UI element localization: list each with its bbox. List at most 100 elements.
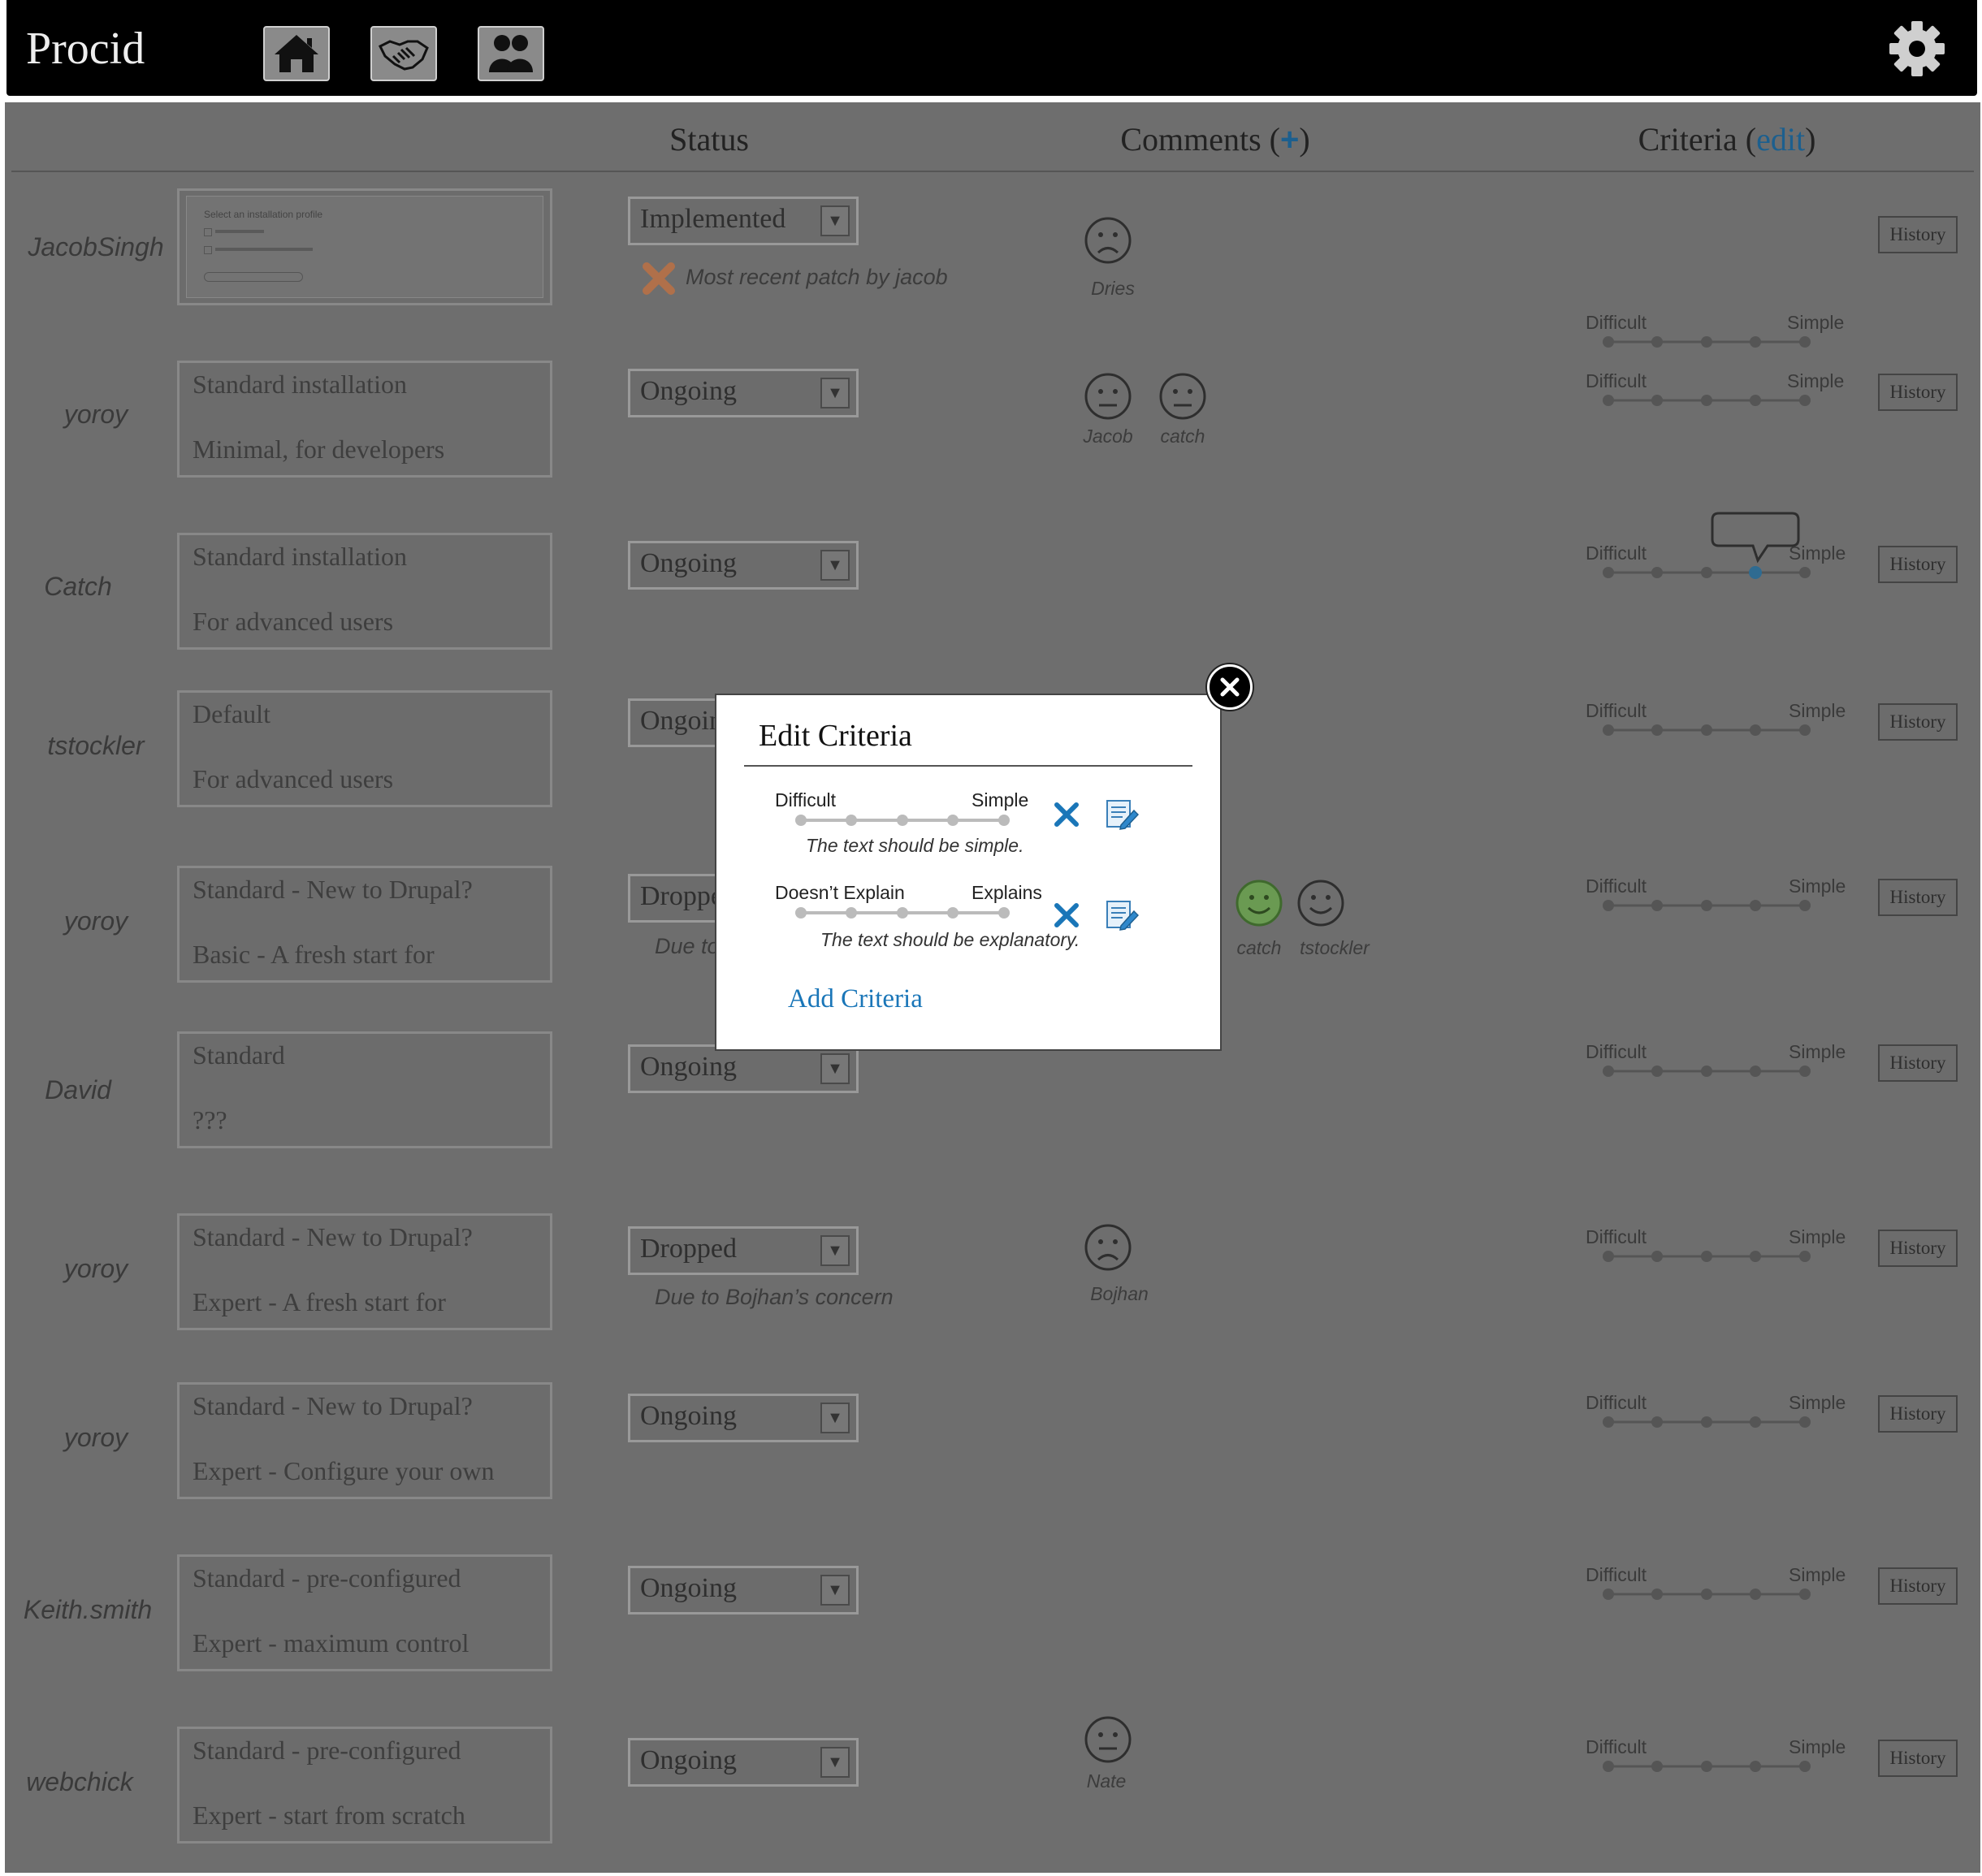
criterion-slider[interactable] xyxy=(794,906,1014,919)
status-select[interactable]: Ongoing ▼ xyxy=(628,369,859,417)
author-name: yoroy xyxy=(63,1254,128,1283)
slider-label-left: Difficult xyxy=(1586,370,1647,391)
status-select[interactable]: Implemented ▼ xyxy=(628,197,859,245)
criteria-slider[interactable]: Difficult Simple xyxy=(1586,700,1846,749)
criteria-header-label: Criteria xyxy=(1638,121,1737,158)
slider-label-right: Simple xyxy=(1789,700,1846,721)
status-select[interactable]: Ongoing ▼ xyxy=(628,541,859,590)
criteria-slider[interactable]: Difficult Simple xyxy=(1586,542,1846,591)
gear-icon xyxy=(1889,21,1945,76)
table-row: webchick Standard - pre-configured Exper… xyxy=(5,1716,1980,1873)
criterion-description: The text should be simple. xyxy=(806,835,1024,856)
proposal-description[interactable]: Standard - New to Drupal? Expert - Confi… xyxy=(177,1382,552,1499)
criteria-slider[interactable]: Difficult Simple xyxy=(1586,1226,1846,1275)
slider-label-left: Difficult xyxy=(1586,700,1647,721)
criteria-slider[interactable]: Difficult Simple xyxy=(1586,1736,1846,1785)
commenter-name: Nate xyxy=(1086,1770,1127,1792)
proposal-description[interactable]: Standard ??? xyxy=(177,1031,552,1148)
status-value: Ongoing xyxy=(640,1401,737,1431)
neutral-face-icon[interactable] xyxy=(1084,1715,1132,1764)
status-value: Ongoing xyxy=(640,1052,737,1082)
history-button[interactable]: History xyxy=(1878,546,1958,583)
home-icon xyxy=(275,35,318,72)
status-select[interactable]: Dropped ▼ xyxy=(628,1226,859,1275)
settings-button[interactable] xyxy=(1886,18,1948,80)
proposal-description[interactable]: Standard - pre-configured Expert - start… xyxy=(177,1727,552,1844)
criteria-slider[interactable]: Difficult Simple xyxy=(1586,188,1846,348)
proposal-subtitle: For advanced users xyxy=(193,764,394,793)
author-name: yoroy xyxy=(63,1423,128,1452)
comments-header: Comments (+) xyxy=(1120,121,1310,158)
proposal-title: Standard - pre-configured xyxy=(193,1736,461,1765)
neutral-face-icon[interactable] xyxy=(1084,372,1132,421)
commenter-name: Bojhan xyxy=(1090,1283,1149,1304)
proposal-title: Standard installation xyxy=(193,370,407,399)
thumbnail-caption: Select an installation profile xyxy=(204,209,323,220)
proposal-description[interactable]: Standard - New to Drupal? Expert - A fre… xyxy=(177,1213,552,1330)
commenter-name: catch xyxy=(1236,937,1282,958)
proposal-title: Standard - New to Drupal? xyxy=(193,875,473,904)
close-dialog-button[interactable] xyxy=(1207,664,1253,710)
status-note: Due to Bojhan’s concern xyxy=(655,1285,894,1309)
top-bar: Procid xyxy=(6,0,1977,96)
status-select[interactable]: Ongoing ▼ xyxy=(628,1738,859,1787)
chevron-down-icon: ▼ xyxy=(820,205,850,236)
criteria-slider[interactable]: Difficult Simple xyxy=(1586,1392,1846,1441)
proposal-title: Standard installation xyxy=(193,542,407,571)
happy-face-icon[interactable] xyxy=(1235,879,1283,927)
chevron-down-icon: ▼ xyxy=(820,1053,850,1084)
criterion-slider[interactable] xyxy=(794,814,1014,827)
author-name: Catch xyxy=(44,572,112,601)
status-select[interactable]: Ongoing ▼ xyxy=(628,1394,859,1442)
proposal-description[interactable]: Standard - New to Drupal? Basic - A fres… xyxy=(177,866,552,983)
slider-label-right: Simple xyxy=(1789,1564,1846,1585)
proposal-thumbnail[interactable]: Select an installation profile xyxy=(177,188,552,305)
proposal-title: Standard - pre-configured xyxy=(193,1563,461,1593)
history-button[interactable]: History xyxy=(1878,879,1958,916)
neutral-face-icon[interactable] xyxy=(1158,372,1207,421)
add-criteria-link[interactable]: Add Criteria xyxy=(788,984,923,1014)
sad-face-icon[interactable] xyxy=(1084,1223,1132,1272)
chevron-down-icon: ▼ xyxy=(820,1235,850,1266)
table-row: yoroy Standard - New to Drupal? Expert -… xyxy=(5,1213,1980,1384)
proposal-description[interactable]: Standard installation For advanced users xyxy=(177,533,552,650)
criteria-slider[interactable]: Difficult Simple xyxy=(1586,875,1846,924)
happy-face-icon[interactable] xyxy=(1296,879,1345,927)
criteria-slider[interactable]: Difficult Simple xyxy=(1586,1041,1846,1090)
history-button[interactable]: History xyxy=(1878,703,1958,741)
home-button[interactable] xyxy=(263,26,330,81)
history-button[interactable]: History xyxy=(1878,1230,1958,1267)
proposal-title: Default xyxy=(193,699,270,728)
add-comment-button[interactable]: + xyxy=(1280,122,1299,158)
criterion-label-right: Explains xyxy=(972,882,1042,903)
proposal-subtitle: Expert - Configure your own xyxy=(193,1456,495,1485)
handshake-button[interactable] xyxy=(370,26,437,81)
edit-criteria-link[interactable]: edit xyxy=(1756,121,1805,158)
slider-label-right: Simple xyxy=(1789,1736,1846,1757)
edit-criterion-icon[interactable] xyxy=(1105,798,1139,832)
delete-criterion-icon[interactable] xyxy=(1053,901,1080,929)
history-button[interactable]: History xyxy=(1878,374,1958,411)
reject-icon xyxy=(643,262,675,295)
history-button[interactable]: History xyxy=(1878,1044,1958,1082)
proposal-description[interactable]: Standard installation Minimal, for devel… xyxy=(177,361,552,478)
edit-criterion-icon[interactable] xyxy=(1105,898,1139,932)
status-select[interactable]: Ongoing ▼ xyxy=(628,1044,859,1093)
history-button[interactable]: History xyxy=(1878,216,1958,253)
proposal-subtitle: For advanced users xyxy=(193,607,394,636)
criteria-slider[interactable]: Difficult Simple xyxy=(1586,1564,1846,1613)
proposal-description[interactable]: Standard - pre-configured Expert - maxim… xyxy=(177,1554,552,1671)
criteria-slider[interactable]: Difficult Simple xyxy=(1586,370,1846,419)
sad-face-icon[interactable] xyxy=(1084,216,1132,265)
delete-criterion-icon[interactable] xyxy=(1053,801,1080,828)
status-select[interactable]: Ongoing ▼ xyxy=(628,1566,859,1614)
history-button[interactable]: History xyxy=(1878,1395,1958,1433)
proposal-description[interactable]: Default For advanced users xyxy=(177,690,552,807)
close-icon xyxy=(1220,677,1240,697)
people-button[interactable] xyxy=(478,26,544,81)
author-name: yoroy xyxy=(63,906,128,936)
table-row: JacobSingh Select an installation profil… xyxy=(5,188,1980,367)
status-note: Due to xyxy=(655,934,720,958)
history-button[interactable]: History xyxy=(1878,1567,1958,1605)
history-button[interactable]: History xyxy=(1878,1740,1958,1777)
